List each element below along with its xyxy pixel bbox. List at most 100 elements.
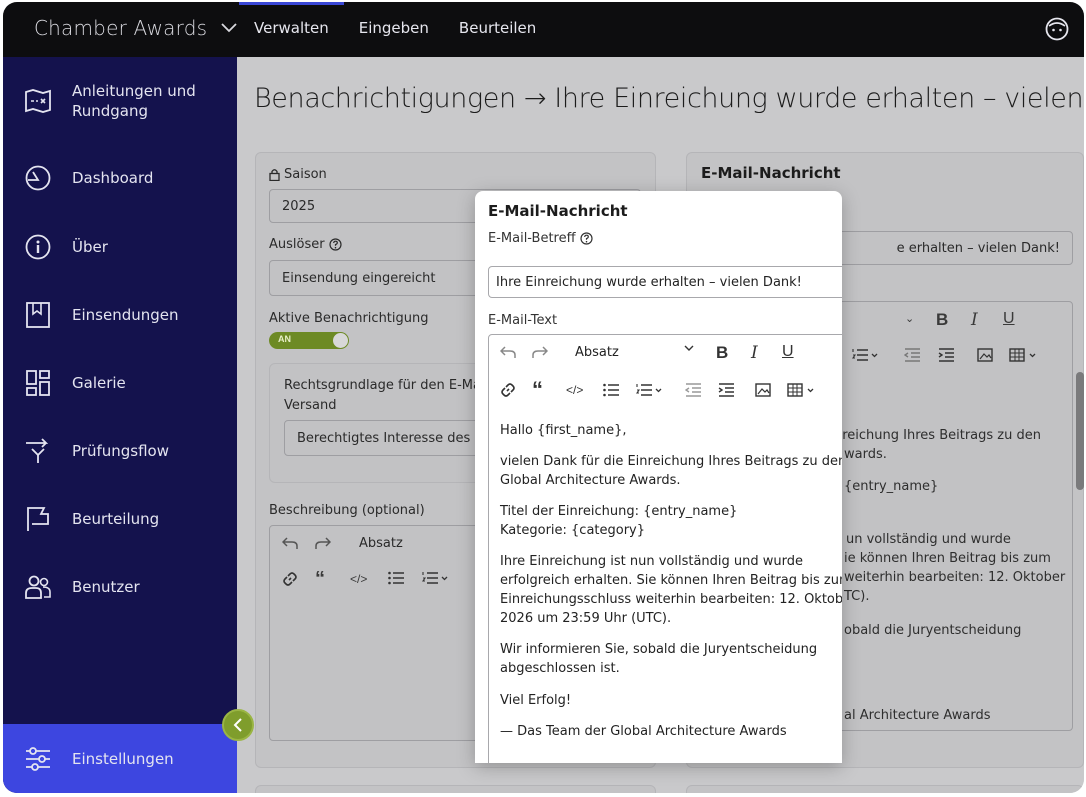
description-label: Beschreibung (optional) <box>269 503 425 518</box>
body-line: Wir informieren Sie, sobald die Juryents… <box>500 642 818 657</box>
bullet-list-icon[interactable] <box>603 383 619 397</box>
subject-input[interactable]: Ihre Einreichung wurde erhalten – vielen… <box>488 266 842 298</box>
trigger-label: Auslöser <box>269 237 325 252</box>
indent-icon[interactable] <box>718 383 734 397</box>
sidebar-item-label: Einstellungen <box>72 750 174 768</box>
underline-icon[interactable]: U <box>782 343 794 361</box>
italic-icon[interactable]: I <box>971 310 978 330</box>
chevron-down-icon <box>221 23 237 33</box>
numbered-list-icon[interactable] <box>422 571 448 585</box>
outdent-icon[interactable] <box>685 383 701 397</box>
help-icon[interactable] <box>328 238 342 251</box>
bold-icon[interactable]: B <box>936 310 948 330</box>
undo-icon[interactable] <box>500 345 516 359</box>
app-switcher[interactable]: Chamber Awards <box>34 16 237 40</box>
table-icon[interactable] <box>787 383 815 397</box>
email-body-editor[interactable]: Absatz B I U “ </> Hallo {first_name}, v… <box>488 334 842 763</box>
image-icon[interactable] <box>755 383 771 397</box>
active-notification-label: Aktive Benachrichtigung <box>269 311 429 326</box>
sidebar-item-dashboard[interactable]: Dashboard <box>3 165 237 191</box>
sidebar-settings-row: Einstellungen <box>3 746 237 772</box>
dialog-title: E-Mail-Nachricht <box>488 202 628 220</box>
quote-icon[interactable]: “ <box>315 568 325 591</box>
undo-icon[interactable] <box>282 536 298 550</box>
subject-partial-text: e erhalten – vielen Dank! <box>896 241 1060 256</box>
quote-icon[interactable]: “ <box>532 377 543 403</box>
body-partial-line: nreichung Ihres Beitrags zu den <box>834 428 1041 443</box>
legal-basis-label-line2: Versand <box>284 398 337 413</box>
page-scrollbar[interactable] <box>1076 372 1084 490</box>
email-message-dialog: E-Mail-Nachricht E-Mail-Betreff Ihre Ein… <box>475 191 842 763</box>
top-bar: Chamber Awards Verwalten Eingeben Beurte… <box>3 2 1084 57</box>
nav-beurteilen[interactable]: Beurteilen <box>444 2 551 57</box>
flag-icon <box>23 504 53 534</box>
body-partial-line: TC). <box>844 589 870 604</box>
legal-basis-label-line1: Rechtsgrundlage für den E-Mail- <box>284 378 493 393</box>
sidebar-item-einstellungen[interactable]: Einstellungen <box>3 724 237 793</box>
toggle-knob <box>333 333 348 348</box>
collapse-sidebar-button[interactable] <box>222 709 254 741</box>
link-icon[interactable] <box>282 571 298 587</box>
sidebar-item-beurteilung[interactable]: Beurteilung <box>3 506 237 532</box>
indent-icon[interactable] <box>938 348 954 362</box>
body-partial-line: obald die Juryentscheidung <box>844 623 1022 638</box>
sidebar-item-pruefungsflow[interactable]: Prüfungsflow <box>3 438 237 464</box>
sidebar-item-anleitungen[interactable]: Anleitungen und Rundgang <box>3 79 237 123</box>
sidebar-item-label: Benutzer <box>72 578 140 596</box>
sidebar-item-ueber[interactable]: Über <box>3 234 237 260</box>
lock-icon <box>269 168 280 181</box>
underline-icon[interactable]: U <box>1003 310 1015 328</box>
body-partial-line: un vollständig und wurde <box>846 532 1011 547</box>
redo-icon[interactable] <box>532 345 548 359</box>
block-format-select[interactable]: Absatz <box>359 536 403 551</box>
sidebar-item-galerie[interactable]: Galerie <box>3 370 237 396</box>
body-line: erfolgreich erhalten. Sie können Ihren B… <box>500 573 842 588</box>
numbered-list-icon[interactable] <box>636 383 662 397</box>
sidebar-item-label: Einsendungen <box>72 306 179 324</box>
body-line: 2026 um 23:59 Uhr (UTC). <box>500 611 672 626</box>
trigger-label-row: Auslöser <box>269 237 342 252</box>
chevron-down-icon[interactable] <box>684 344 694 352</box>
table-icon[interactable] <box>1009 348 1037 362</box>
body-partial-line: ie können Ihren Beitrag bis zum <box>844 551 1051 566</box>
body-line: Kategorie: {category} <box>500 523 646 538</box>
help-icon[interactable] <box>579 232 593 245</box>
map-icon <box>23 86 53 116</box>
code-icon[interactable]: </> <box>566 383 583 397</box>
sliders-icon <box>23 744 53 774</box>
body-line: vielen Dank für die Einreichung Ihres Be… <box>500 454 842 469</box>
email-panel-title: E-Mail-Nachricht <box>701 164 841 182</box>
body-line: — Das Team der Global Architecture Award… <box>500 724 787 739</box>
code-icon[interactable]: </> <box>350 572 367 586</box>
dashboard-gauge-icon <box>23 163 53 193</box>
link-icon[interactable] <box>500 382 516 398</box>
bullet-list-icon[interactable] <box>388 571 404 585</box>
subject-label: E-Mail-Betreff <box>488 231 576 246</box>
toggle-state-label: AN <box>278 334 291 344</box>
users-icon <box>23 572 53 602</box>
body-line: Hallo {first_name}, <box>500 423 627 438</box>
body-partial-line: wards. <box>844 447 887 462</box>
italic-icon[interactable]: I <box>751 343 758 363</box>
sidebar-item-label: Galerie <box>72 374 126 392</box>
sidebar-item-einsendungen[interactable]: Einsendungen <box>3 302 237 328</box>
body-partial-line: al Architecture Awards <box>844 708 991 723</box>
block-format-select[interactable]: Absatz <box>575 345 619 360</box>
sidebar-item-label: Über <box>72 238 108 256</box>
active-notification-toggle[interactable]: AN <box>269 332 349 349</box>
chevron-down-icon[interactable]: ⌄ <box>905 312 914 325</box>
body-partial-line: weiterhin bearbeiten: 12. Oktober <box>844 570 1066 585</box>
image-icon[interactable] <box>977 348 993 362</box>
redo-icon[interactable] <box>315 536 331 550</box>
outdent-icon[interactable] <box>904 348 920 362</box>
body-line: abgeschlossen ist. <box>500 661 620 676</box>
nav-eingeben[interactable]: Eingeben <box>344 2 444 57</box>
workflow-icon <box>23 436 53 466</box>
lower-panel-left <box>255 785 656 793</box>
sidebar-item-benutzer[interactable]: Benutzer <box>3 574 237 600</box>
numbered-list-icon[interactable] <box>852 348 878 362</box>
body-line: Ihre Einreichung ist nun vollständig und… <box>500 554 804 569</box>
user-avatar-icon[interactable] <box>1044 16 1070 42</box>
nav-verwalten[interactable]: Verwalten <box>239 2 344 57</box>
bold-icon[interactable]: B <box>716 343 728 363</box>
